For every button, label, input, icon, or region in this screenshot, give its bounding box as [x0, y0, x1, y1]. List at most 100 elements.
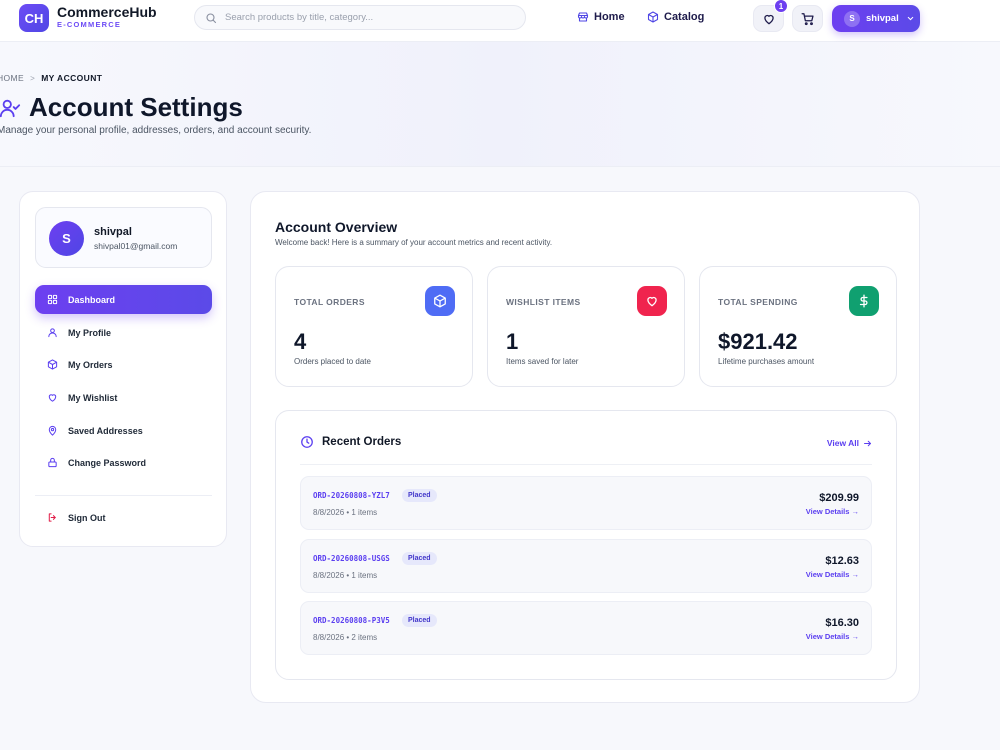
order-row[interactable]: ORD-20260808-P3V5 Placed 8/8/2026 • 2 it… [300, 601, 872, 655]
sidebar-item-profile[interactable]: My Profile [35, 318, 212, 347]
sidebar-divider [35, 495, 212, 496]
order-meta: 8/8/2026 • 1 items [313, 571, 378, 580]
store-icon [577, 12, 589, 22]
divider [300, 464, 872, 465]
avatar: S [844, 10, 860, 27]
sidebar-item-dashboard[interactable]: Dashboard [35, 285, 212, 314]
avatar: S [49, 221, 84, 256]
stat-card-total-orders: TOTAL ORDERS 4 Orders placed to date [275, 266, 473, 387]
profile-name: shivpal [94, 226, 132, 238]
breadcrumb-current: MY ACCOUNT [41, 73, 103, 83]
stat-value: 1 [506, 329, 519, 354]
box-icon [47, 359, 58, 370]
cart-icon [801, 12, 814, 25]
search-bar[interactable] [194, 5, 526, 30]
overview-subtitle: Welcome back! Here is a summary of your … [275, 238, 553, 247]
stat-icon [849, 286, 879, 316]
order-meta: 8/8/2026 • 2 items [313, 633, 378, 642]
stat-label: TOTAL ORDERS [294, 297, 365, 307]
lock-icon [48, 457, 57, 468]
nav-home-label: Home [594, 11, 625, 23]
order-total: $16.30 [825, 617, 859, 629]
page-title-row: Account Settings [0, 92, 243, 123]
map-pin-icon [48, 425, 57, 436]
recent-orders-title: Recent Orders [322, 436, 402, 448]
sidebar-item-label: My Profile [68, 327, 112, 338]
brand-tagline: E-COMMERCE [57, 20, 122, 29]
grid-icon [47, 294, 58, 305]
heart-icon [647, 296, 657, 307]
view-details-link[interactable]: View Details → [806, 632, 859, 641]
box-icon [647, 11, 659, 23]
stat-caption: Items saved for later [506, 357, 579, 366]
profile-card: S shivpal shivpal01@gmail.com [35, 207, 212, 268]
sidebar-item-label: Saved Addresses [68, 425, 143, 436]
sidebar-item-addresses[interactable]: Saved Addresses [35, 416, 212, 445]
user-icon [48, 328, 57, 338]
dollar-icon [859, 294, 868, 308]
order-id: ORD-20260808-YZL7 [313, 491, 390, 500]
sidebar-item-label: Dashboard [68, 294, 116, 305]
stat-card-total-spending: TOTAL SPENDING $921.42 Lifetime purchase… [699, 266, 897, 387]
view-details-link[interactable]: View Details → [806, 507, 859, 516]
breadcrumb-home[interactable]: HOME [0, 73, 24, 83]
view-all-link[interactable]: View All [827, 438, 872, 448]
user-check-icon [0, 99, 21, 117]
overview-title: Account Overview [275, 219, 398, 235]
search-input[interactable] [225, 12, 515, 23]
arrow-right-icon [864, 440, 871, 446]
recent-orders-header: Recent Orders [300, 435, 401, 449]
page-title: Account Settings [29, 92, 243, 122]
stat-icon [425, 286, 455, 316]
account-sidebar: S shivpal shivpal01@gmail.com Dashboard … [19, 191, 227, 547]
order-id: ORD-20260808-USGS [313, 554, 390, 563]
sidebar-item-orders[interactable]: My Orders [35, 350, 212, 379]
nav-catalog-label: Catalog [664, 11, 705, 23]
chevron-down-icon [907, 16, 913, 21]
view-all-label: View All [826, 438, 859, 448]
user-name: shivpal [866, 13, 899, 24]
order-row[interactable]: ORD-20260808-USGS Placed 8/8/2026 • 1 it… [300, 539, 872, 593]
sidebar-item-label: My Orders [68, 359, 113, 370]
nav-home-link[interactable]: Home [577, 11, 625, 23]
stat-label: TOTAL SPENDING [718, 297, 798, 307]
stat-label: WISHLIST ITEMS [506, 297, 581, 307]
stat-icon [637, 286, 667, 316]
page-subtitle: Manage your personal profile, addresses,… [0, 125, 312, 136]
stat-value: 4 [294, 329, 307, 354]
view-details-link[interactable]: View Details → [806, 570, 859, 579]
heart-icon [48, 394, 57, 402]
stat-value: $921.42 [718, 329, 798, 354]
sign-out-label: Sign Out [68, 512, 106, 523]
top-navbar: CH CommerceHub E-COMMERCE Home Catalog 1… [0, 0, 1000, 42]
sidebar-item-label: My Wishlist [68, 392, 118, 403]
stat-caption: Orders placed to date [294, 357, 371, 366]
sidebar-item-password[interactable]: Change Password [35, 448, 212, 477]
logo-badge[interactable]: CH [19, 4, 49, 32]
logout-icon [48, 513, 56, 522]
search-icon [206, 12, 217, 23]
stat-card-wishlist-items: WISHLIST ITEMS 1 Items saved for later [487, 266, 685, 387]
stat-caption: Lifetime purchases amount [718, 357, 815, 366]
box-icon [434, 294, 446, 308]
order-row[interactable]: ORD-20260808-YZL7 Placed 8/8/2026 • 1 it… [300, 476, 872, 530]
profile-email: shivpal01@gmail.com [94, 241, 178, 251]
status-badge: Placed [402, 552, 437, 565]
sidebar-item-label: Change Password [68, 457, 147, 468]
status-badge: Placed [402, 614, 437, 627]
breadcrumb-separator: > [30, 73, 36, 83]
order-total: $12.63 [825, 555, 859, 567]
status-badge: Placed [402, 489, 437, 502]
recent-orders-card: Recent Orders View All ORD-20260808-YZL7… [275, 410, 897, 680]
order-total: $209.99 [819, 492, 859, 504]
user-menu-button[interactable]: S shivpal [832, 5, 920, 32]
cart-button[interactable] [792, 5, 823, 32]
clock-icon [301, 436, 313, 448]
sign-out-button[interactable]: Sign Out [35, 503, 212, 532]
brand-name[interactable]: CommerceHub [57, 4, 157, 20]
nav-catalog-link[interactable]: Catalog [647, 11, 704, 23]
order-id: ORD-20260808-P3V5 [313, 616, 390, 625]
breadcrumb: HOME > MY ACCOUNT [0, 73, 102, 83]
wishlist-count-badge: 1 [774, 0, 788, 13]
sidebar-item-wishlist[interactable]: My Wishlist [35, 383, 212, 412]
